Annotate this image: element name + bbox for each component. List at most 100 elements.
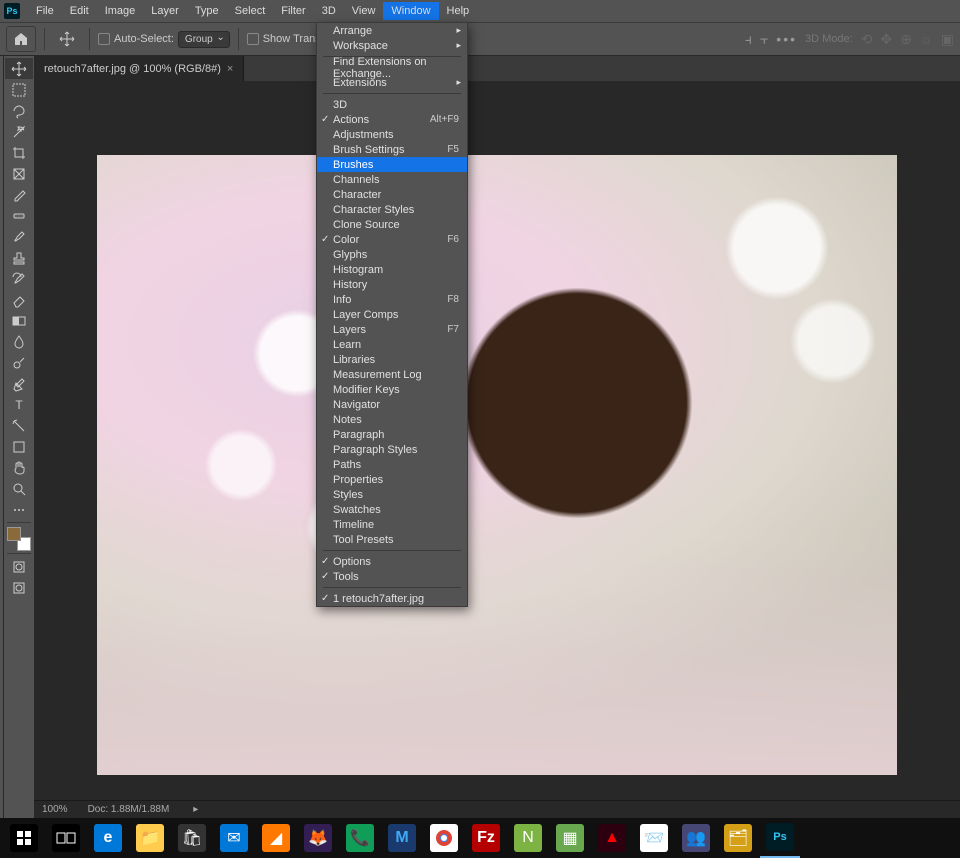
menu-item-options[interactable]: ✓Options — [317, 554, 467, 569]
menu-item-workspace[interactable]: Workspace — [317, 38, 467, 53]
type-tool[interactable]: T — [5, 394, 33, 415]
taskbar-ftp[interactable]: 🗂 — [718, 818, 758, 858]
menu-item-measurement-log[interactable]: Measurement Log — [317, 367, 467, 382]
eyedropper-tool[interactable] — [5, 184, 33, 205]
heal-tool[interactable] — [5, 205, 33, 226]
layer-group-select[interactable]: Group — [178, 31, 230, 48]
menu-view[interactable]: View — [344, 2, 384, 20]
quick-mask[interactable] — [5, 556, 33, 577]
menu-item-brushes[interactable]: Brushes — [317, 157, 467, 172]
move-tool[interactable] — [5, 58, 33, 79]
menu-help[interactable]: Help — [439, 2, 478, 20]
taskbar-adobe[interactable]: ▲ — [592, 818, 632, 858]
blur-tool[interactable] — [5, 331, 33, 352]
foreground-color[interactable] — [7, 527, 21, 541]
menu-item-swatches[interactable]: Swatches — [317, 502, 467, 517]
home-button[interactable] — [6, 26, 36, 52]
pen-tool[interactable] — [5, 373, 33, 394]
lasso-tool[interactable] — [5, 100, 33, 121]
zoom-level[interactable]: 100% — [42, 804, 68, 815]
menu-item-libraries[interactable]: Libraries — [317, 352, 467, 367]
menu-layer[interactable]: Layer — [143, 2, 187, 20]
path-tool[interactable] — [5, 415, 33, 436]
menu-item-1-retouch7after-jpg[interactable]: ✓1 retouch7after.jpg — [317, 591, 467, 606]
menu-item-glyphs[interactable]: Glyphs — [317, 247, 467, 262]
taskbar-firefox[interactable]: 🦊 — [298, 818, 338, 858]
menu-item-3d[interactable]: 3D — [317, 97, 467, 112]
menu-item-clone-source[interactable]: Clone Source — [317, 217, 467, 232]
menu-item-learn[interactable]: Learn — [317, 337, 467, 352]
menu-item-actions[interactable]: ✓ActionsAlt+F9 — [317, 112, 467, 127]
menu-item-paragraph-styles[interactable]: Paragraph Styles — [317, 442, 467, 457]
menu-item-extensions[interactable]: Extensions — [317, 75, 467, 90]
menu-item-paths[interactable]: Paths — [317, 457, 467, 472]
taskbar-mail[interactable]: ✉ — [214, 818, 254, 858]
dots-tool[interactable] — [5, 499, 33, 520]
shape-tool[interactable] — [5, 436, 33, 457]
menu-item-history[interactable]: History — [317, 277, 467, 292]
history-brush-tool[interactable] — [5, 268, 33, 289]
menu-item-info[interactable]: InfoF8 — [317, 292, 467, 307]
taskbar-notepad[interactable]: N — [508, 818, 548, 858]
menu-select[interactable]: Select — [227, 2, 274, 20]
taskbar-start[interactable] — [4, 818, 44, 858]
hand-tool[interactable] — [5, 457, 33, 478]
menu-item-channels[interactable]: Channels — [317, 172, 467, 187]
crop-tool[interactable] — [5, 142, 33, 163]
auto-select-checkbox[interactable]: Auto-Select: — [98, 33, 174, 45]
eraser-tool[interactable] — [5, 289, 33, 310]
menu-type[interactable]: Type — [187, 2, 227, 20]
menu-3d[interactable]: 3D — [314, 2, 344, 20]
menu-image[interactable]: Image — [97, 2, 144, 20]
wand-tool[interactable] — [5, 121, 33, 142]
menu-item-modifier-keys[interactable]: Modifier Keys — [317, 382, 467, 397]
gradient-tool[interactable] — [5, 310, 33, 331]
zoom-tool[interactable] — [5, 478, 33, 499]
frame-tool[interactable] — [5, 163, 33, 184]
menu-item-histogram[interactable]: Histogram — [317, 262, 467, 277]
distribute-icon[interactable]: ⫟ — [760, 31, 768, 48]
more-icon[interactable]: ••• — [776, 31, 797, 47]
taskbar-sheets[interactable]: ▦ — [550, 818, 590, 858]
menu-filter[interactable]: Filter — [273, 2, 313, 20]
menu-edit[interactable]: Edit — [62, 2, 97, 20]
taskbar-chrome[interactable] — [424, 818, 464, 858]
menu-item-arrange[interactable]: Arrange — [317, 23, 467, 38]
status-arrow-icon[interactable]: ▸ — [193, 804, 198, 815]
menu-window[interactable]: Window — [383, 2, 438, 20]
menu-file[interactable]: File — [28, 2, 62, 20]
stamp-tool[interactable] — [5, 247, 33, 268]
menu-item-layers[interactable]: LayersF7 — [317, 322, 467, 337]
menu-item-properties[interactable]: Properties — [317, 472, 467, 487]
taskbar-taskview[interactable] — [46, 818, 86, 858]
taskbar-filezilla[interactable]: Fz — [466, 818, 506, 858]
close-icon[interactable]: × — [227, 63, 233, 75]
taskbar-edge[interactable]: e — [88, 818, 128, 858]
menu-item-navigator[interactable]: Navigator — [317, 397, 467, 412]
menu-item-find-extensions-on-exchange-[interactable]: Find Extensions on Exchange... — [317, 60, 467, 75]
align-icon[interactable]: ⫞ — [745, 31, 752, 48]
move-tool-indicator[interactable] — [53, 29, 81, 50]
menu-item-tools[interactable]: ✓Tools — [317, 569, 467, 584]
menu-item-brush-settings[interactable]: Brush SettingsF5 — [317, 142, 467, 157]
taskbar-outlook[interactable]: 📨 — [634, 818, 674, 858]
menu-item-notes[interactable]: Notes — [317, 412, 467, 427]
dodge-tool[interactable] — [5, 352, 33, 373]
taskbar-store[interactable]: 🛍 — [172, 818, 212, 858]
screen-mode[interactable] — [5, 577, 33, 598]
taskbar-teams[interactable]: 👥 — [676, 818, 716, 858]
menu-item-character-styles[interactable]: Character Styles — [317, 202, 467, 217]
menu-item-character[interactable]: Character — [317, 187, 467, 202]
canvas[interactable] — [97, 155, 897, 775]
marquee-tool[interactable] — [5, 79, 33, 100]
menu-item-adjustments[interactable]: Adjustments — [317, 127, 467, 142]
menu-item-timeline[interactable]: Timeline — [317, 517, 467, 532]
document-tab[interactable]: retouch7after.jpg @ 100% (RGB/8#) × — [34, 56, 244, 81]
menu-item-color[interactable]: ✓ColorF6 — [317, 232, 467, 247]
menu-item-layer-comps[interactable]: Layer Comps — [317, 307, 467, 322]
menu-item-styles[interactable]: Styles — [317, 487, 467, 502]
taskbar-avast[interactable]: ◢ — [256, 818, 296, 858]
taskbar-ps[interactable]: Ps — [760, 818, 800, 858]
taskbar-malware[interactable]: M — [382, 818, 422, 858]
taskbar-explorer[interactable]: 📁 — [130, 818, 170, 858]
